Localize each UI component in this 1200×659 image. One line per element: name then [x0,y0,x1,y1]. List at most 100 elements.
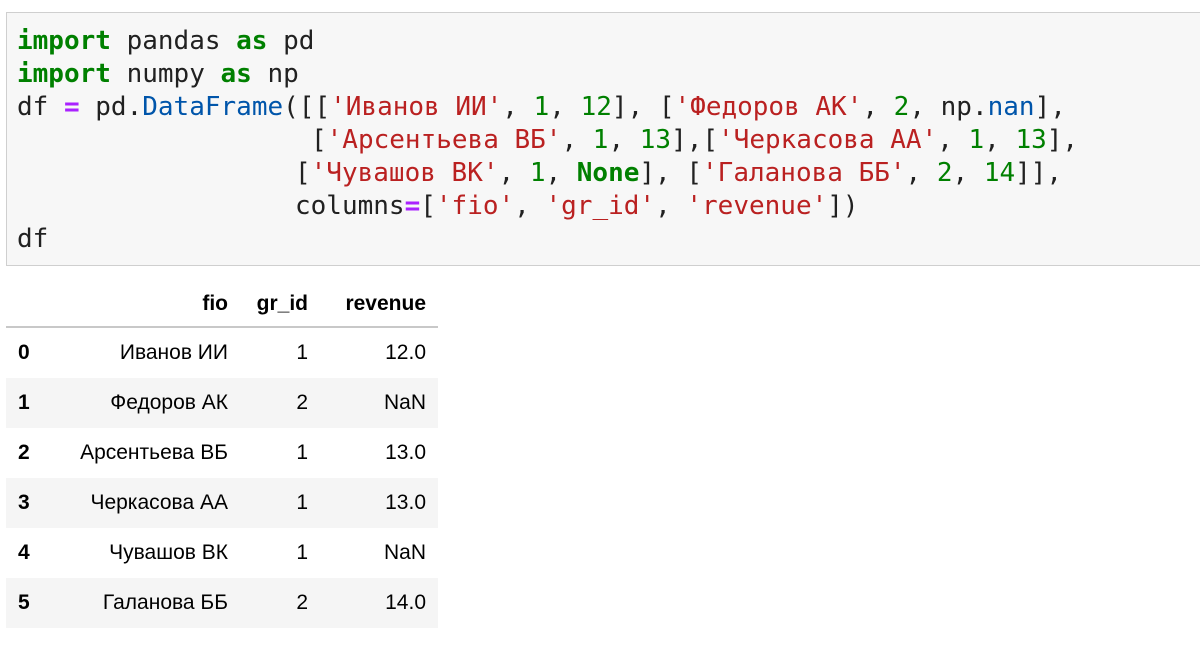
cell-revenue: 13.0 [385,441,426,464]
cell-fio: Арсентьева ВБ [80,441,228,464]
cell-gr-id: 2 [296,391,308,414]
code-token: ]) [827,191,859,221]
code-token: , [498,158,530,188]
keyword-as: as [236,26,268,56]
code-token: , [905,158,937,188]
module-name: numpy [110,59,221,89]
code-token: , [655,191,687,221]
code-token: , [984,125,1016,155]
cell-fio: Черкасова АА [90,491,228,514]
row-index: 4 [18,541,30,564]
number-literal: 13 [1015,125,1047,155]
cell-revenue: 12.0 [385,341,426,364]
number-literal: 1 [592,125,609,155]
cell-revenue: 13.0 [385,491,426,514]
attribute-name: nan [987,92,1035,122]
class-name: DataFrame [142,92,284,122]
column-header-revenue: revenue [345,292,426,315]
number-literal: 2 [936,158,953,188]
code-token: , [549,92,581,122]
code-line-1: import pandas as pd [17,24,314,58]
cell-gr-id: 1 [296,441,308,464]
table-row: 5 Галанова ББ 2 14.0 [6,578,438,628]
code-token: [ [311,125,327,155]
number-literal: 1 [968,125,985,155]
cell-fio: Федоров АК [110,391,228,414]
keyword-none: None [576,158,640,188]
number-literal: 2 [893,92,910,122]
code-token: ]], [1015,158,1063,188]
table-row: 2 Арсентьева ВБ 1 13.0 [6,428,438,478]
code-token: ([[ [283,92,331,122]
code-line-6: columns=['fio', 'gr_id', 'revenue']) [295,189,859,223]
code-line-7: df [17,222,48,256]
cell-gr-id: 1 [296,541,308,564]
code-token: , [545,158,577,188]
keyword-import: import [17,26,111,56]
code-token: ], [ [611,92,675,122]
code-token: , [514,191,546,221]
operator: = [63,92,80,122]
table-row: 3 Черкасова АА 1 13.0 [6,478,438,528]
cell-revenue: 14.0 [385,591,426,614]
code-line-2: import numpy as np [17,57,299,91]
code-token: , [937,125,969,155]
row-index: 1 [18,391,30,414]
module-name: pandas [110,26,237,56]
keyword-import: import [17,59,111,89]
code-token: , [862,92,894,122]
cell-fio: Галанова ББ [102,591,228,614]
string-literal: 'revenue' [686,191,828,221]
number-literal: 13 [639,125,672,155]
operator: = [404,191,421,221]
cell-gr-id: 1 [296,491,308,514]
number-literal: 1 [533,92,550,122]
code-token: , np. [909,92,988,122]
string-literal: 'fio' [435,191,515,221]
cell-fio: Чувашов ВК [109,541,228,564]
code-token: df [17,224,49,254]
cell-revenue: NaN [383,541,426,564]
table-row: 4 Чувашов ВК 1 NaN [6,528,438,578]
cell-gr-id: 1 [296,341,308,364]
code-token: [ [420,191,436,221]
code-token: , [952,158,984,188]
string-literal: 'Чувашов ВК' [310,158,499,188]
code-token: ], [1046,125,1079,155]
number-literal: 14 [983,158,1016,188]
code-line-4: ['Арсентьева ВБ', 1, 13],['Черкасова АА'… [311,123,1078,157]
code-token: , [561,125,593,155]
cell-revenue: NaN [383,391,426,414]
code-token: , [502,92,534,122]
column-header-gr-id: gr_id [256,292,308,315]
cell-fio: Иванов ИИ [119,341,228,364]
table-row: 0 Иванов ИИ 1 12.0 [6,328,438,378]
code-token: ], [ [639,158,703,188]
table-header-row: fio gr_id revenue [6,282,438,328]
number-literal: 1 [529,158,546,188]
alias-name: np [251,59,299,89]
code-line-3: df = pd.DataFrame([['Иванов ИИ', 1, 12],… [17,90,1066,124]
string-literal: 'Галанова ББ' [702,158,906,188]
code-token: [ [295,158,311,188]
code-token: ], [1034,92,1066,122]
code-cell-input[interactable]: import pandas as pd import numpy as np d… [6,12,1200,266]
row-index: 2 [18,441,30,464]
string-literal: 'gr_id' [545,191,656,221]
dataframe-output-table: fio gr_id revenue 0 Иванов ИИ 1 12.0 1 Ф… [6,282,438,628]
code-line-5: ['Чувашов ВК', 1, None], ['Галанова ББ',… [295,156,1062,190]
code-token: , [608,125,640,155]
code-token: columns [295,191,405,221]
code-token: ],[ [671,125,719,155]
alias-name: pd [267,26,315,56]
code-token: pd. [79,92,143,122]
table-row: 1 Федоров АК 2 NaN [6,378,438,428]
code-token: df [17,92,64,122]
string-literal: 'Черкасова АА' [718,125,938,155]
string-literal: 'Арсентьева ВБ' [326,125,562,155]
row-index: 0 [18,341,30,364]
cell-gr-id: 2 [296,591,308,614]
keyword-as: as [220,59,252,89]
string-literal: 'Иванов ИИ' [330,92,503,122]
number-literal: 12 [580,92,612,122]
